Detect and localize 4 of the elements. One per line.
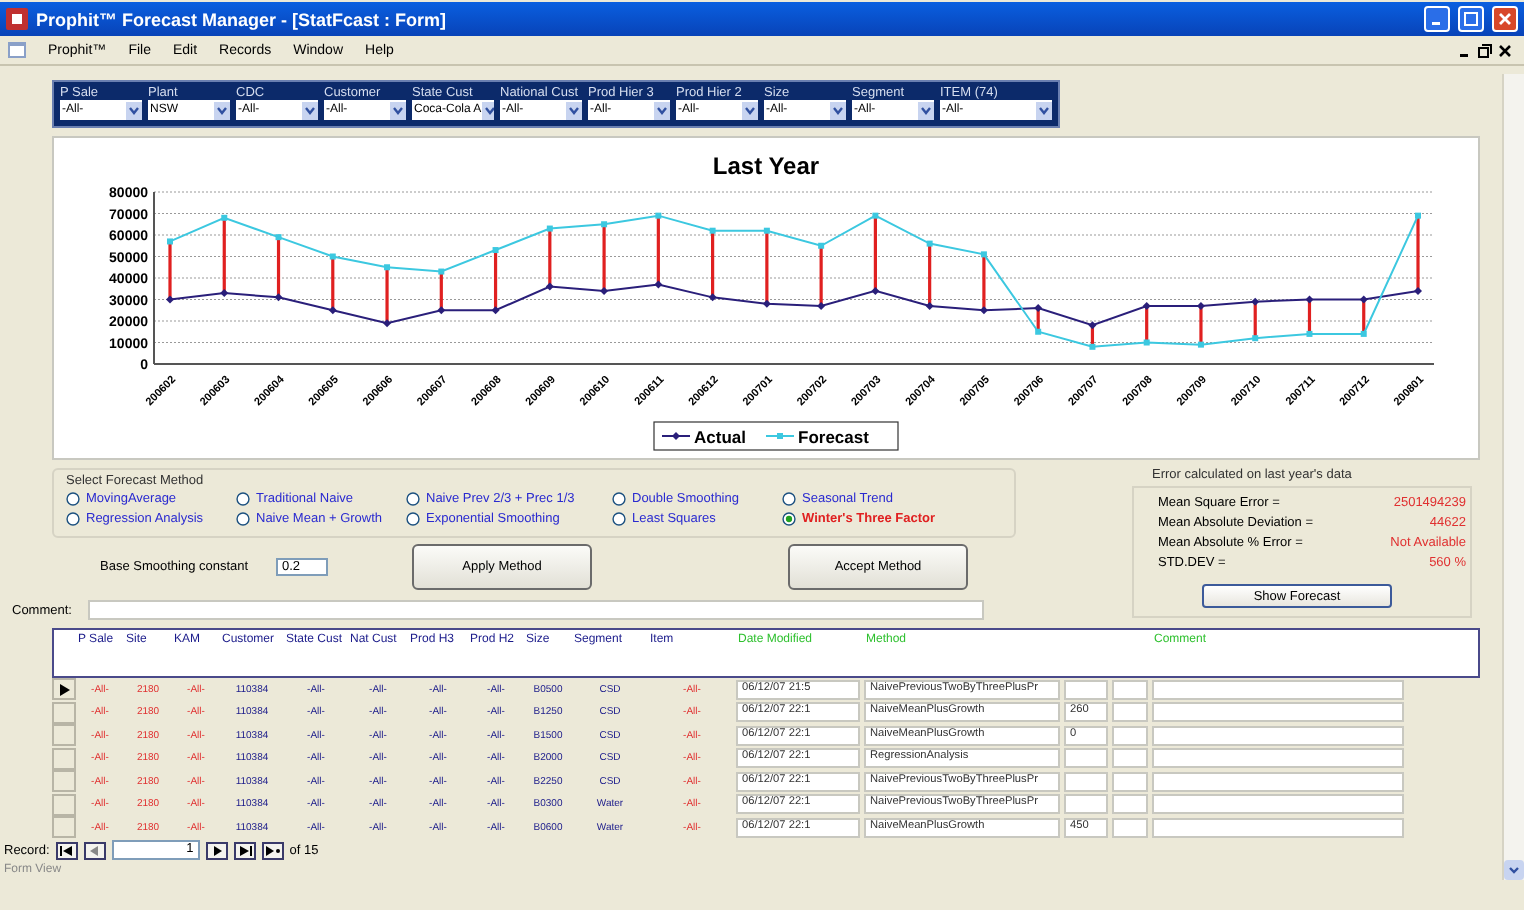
legend-label: Actual [694,427,746,447]
chart-title: Last Year [712,152,820,180]
legend-label: Forecast [798,427,869,447]
window-title: Prophit™ Forecast Manager - [StatFcast : Form] [36,9,449,29]
